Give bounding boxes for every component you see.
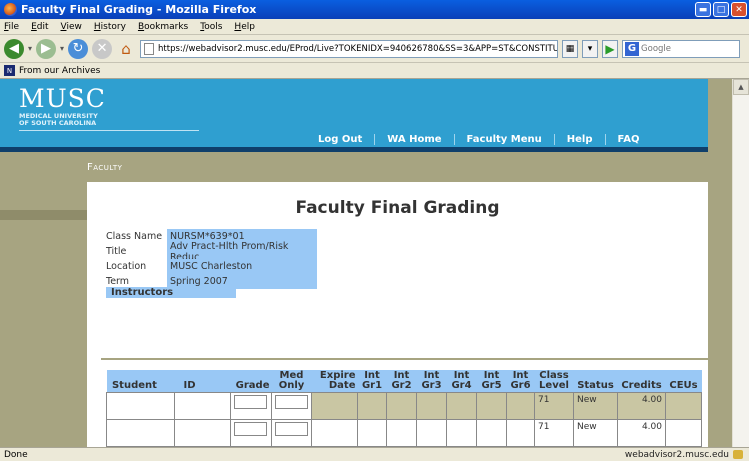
wa-home-link[interactable]: WA Home	[375, 133, 455, 145]
search-input[interactable]	[641, 43, 722, 54]
menu-tools[interactable]: Tools	[200, 22, 222, 32]
logo-subtitle: MEDICAL UNIVERSITY OF SOUTH CAROLINA	[19, 112, 98, 127]
url-input[interactable]	[158, 43, 558, 54]
faculty-menu-link[interactable]: Faculty Menu	[455, 133, 555, 145]
id-cell	[174, 392, 231, 420]
menu-history[interactable]: History	[94, 22, 126, 32]
maximize-icon[interactable]: □	[713, 2, 729, 17]
forward-arrow-icon[interactable]: ▶	[36, 38, 57, 59]
faq-link[interactable]: FAQ	[606, 134, 644, 145]
google-search-icon[interactable]: G	[625, 41, 640, 56]
instructors-heading: Instructors	[106, 287, 236, 298]
menu-edit[interactable]: Edit	[31, 22, 48, 32]
credits-cell: 4.00	[617, 419, 666, 447]
table-header-row: Student ID Grade Med Only Expire Date Int G…	[106, 370, 702, 393]
menu-file[interactable]: File	[4, 22, 19, 32]
back-dropdown-icon[interactable]: ▾	[28, 44, 32, 53]
grades-table: Student ID Grade Med Only Expire Date Int G…	[106, 370, 702, 447]
menu-help[interactable]: Help	[234, 22, 255, 32]
ceus-cell	[665, 419, 702, 447]
status-cell: New	[573, 419, 618, 447]
student-cell	[106, 392, 175, 420]
menu-bookmarks[interactable]: Bookmarks	[138, 22, 188, 32]
status-host: webadvisor2.musc.edu	[624, 449, 729, 460]
page-title: Faculty Final Grading	[295, 198, 500, 218]
section-title: Faculty	[87, 162, 123, 173]
bookmarks-toolbar: N From our Archives	[0, 63, 749, 79]
url-bar[interactable]	[140, 39, 559, 58]
class-level-cell: 71	[534, 392, 574, 420]
status-text: Done	[4, 449, 28, 460]
status-cell: New	[573, 392, 618, 420]
grade-input[interactable]	[234, 422, 267, 436]
scroll-up-icon[interactable]: ▲	[733, 79, 749, 95]
table-row: 71 New 4.00	[106, 419, 702, 447]
window-title-bar: Faculty Final Grading - Mozilla Firefox …	[0, 0, 749, 19]
menu-bar: File Edit View History Bookmarks Tools H…	[0, 19, 749, 35]
bookmark-favicon-icon: N	[4, 65, 15, 76]
location-value: MUSC Charleston	[167, 259, 317, 274]
firefox-logo-icon	[4, 3, 17, 16]
search-box[interactable]: G	[622, 39, 741, 58]
reload-icon[interactable]: ↻	[68, 38, 89, 59]
rss-feed-icon[interactable]: ▦	[562, 39, 579, 58]
class-level-cell: 71	[534, 419, 574, 447]
url-dropdown-icon[interactable]: ▾	[582, 39, 599, 58]
grade-cell	[230, 419, 272, 447]
close-icon[interactable]: ✕	[731, 2, 747, 17]
stop-icon[interactable]: ✕	[92, 38, 113, 59]
bookmark-from-our-archives[interactable]: From our Archives	[19, 66, 100, 76]
musc-logo[interactable]: MUSC	[19, 84, 106, 113]
window-title: Faculty Final Grading - Mozilla Firefox	[21, 3, 257, 16]
student-cell	[106, 419, 175, 447]
course-title-value: Adv Pract-Hlth Prom/Risk Reduc	[167, 241, 317, 263]
credits-cell: 4.00	[617, 392, 666, 420]
content-viewport: MUSC MEDICAL UNIVERSITY OF SOUTH CAROLIN…	[0, 79, 749, 447]
grade-cell	[230, 392, 272, 420]
back-arrow-icon[interactable]: ◀	[4, 38, 24, 59]
section-header: Faculty	[0, 152, 708, 182]
grade-input[interactable]	[234, 395, 267, 409]
location-row: Location MUSC Charleston	[106, 259, 317, 274]
med-only-cell	[271, 392, 312, 420]
navigation-toolbar: ◀ ▾ ▶ ▾ ↻ ✕ ⌂ ▦ ▾ ▶ G	[0, 35, 749, 63]
home-icon[interactable]: ⌂	[116, 39, 136, 59]
table-row: 71 New 4.00	[106, 392, 702, 420]
title-row: Title Adv Pract-Hlth Prom/Risk Reduc	[106, 241, 317, 263]
left-strip	[0, 182, 87, 447]
page-icon	[144, 42, 155, 55]
log-out-link[interactable]: Log Out	[306, 133, 376, 145]
id-cell	[174, 419, 231, 447]
ceus-cell	[665, 392, 702, 420]
med-only-input[interactable]	[275, 422, 308, 436]
site-navigation: Log Out WA Home Faculty Menu Help FAQ	[306, 132, 643, 146]
med-only-cell	[271, 419, 312, 447]
webpage: MUSC MEDICAL UNIVERSITY OF SOUTH CAROLIN…	[0, 79, 732, 447]
forward-dropdown-icon[interactable]: ▾	[60, 44, 64, 53]
go-arrow-icon[interactable]: ▶	[602, 39, 619, 58]
lock-icon[interactable]	[733, 450, 743, 459]
med-only-input[interactable]	[275, 395, 308, 409]
vertical-scrollbar[interactable]: ▲	[732, 79, 749, 447]
help-link[interactable]: Help	[555, 133, 606, 145]
grading-form: Faculty Final Grading Class Name NURSM*6…	[87, 182, 708, 447]
site-banner: MUSC MEDICAL UNIVERSITY OF SOUTH CAROLIN…	[0, 79, 708, 147]
status-bar: Done webadvisor2.musc.edu	[0, 447, 749, 461]
menu-view[interactable]: View	[61, 22, 82, 32]
minimize-icon[interactable]: ▬	[695, 2, 711, 17]
